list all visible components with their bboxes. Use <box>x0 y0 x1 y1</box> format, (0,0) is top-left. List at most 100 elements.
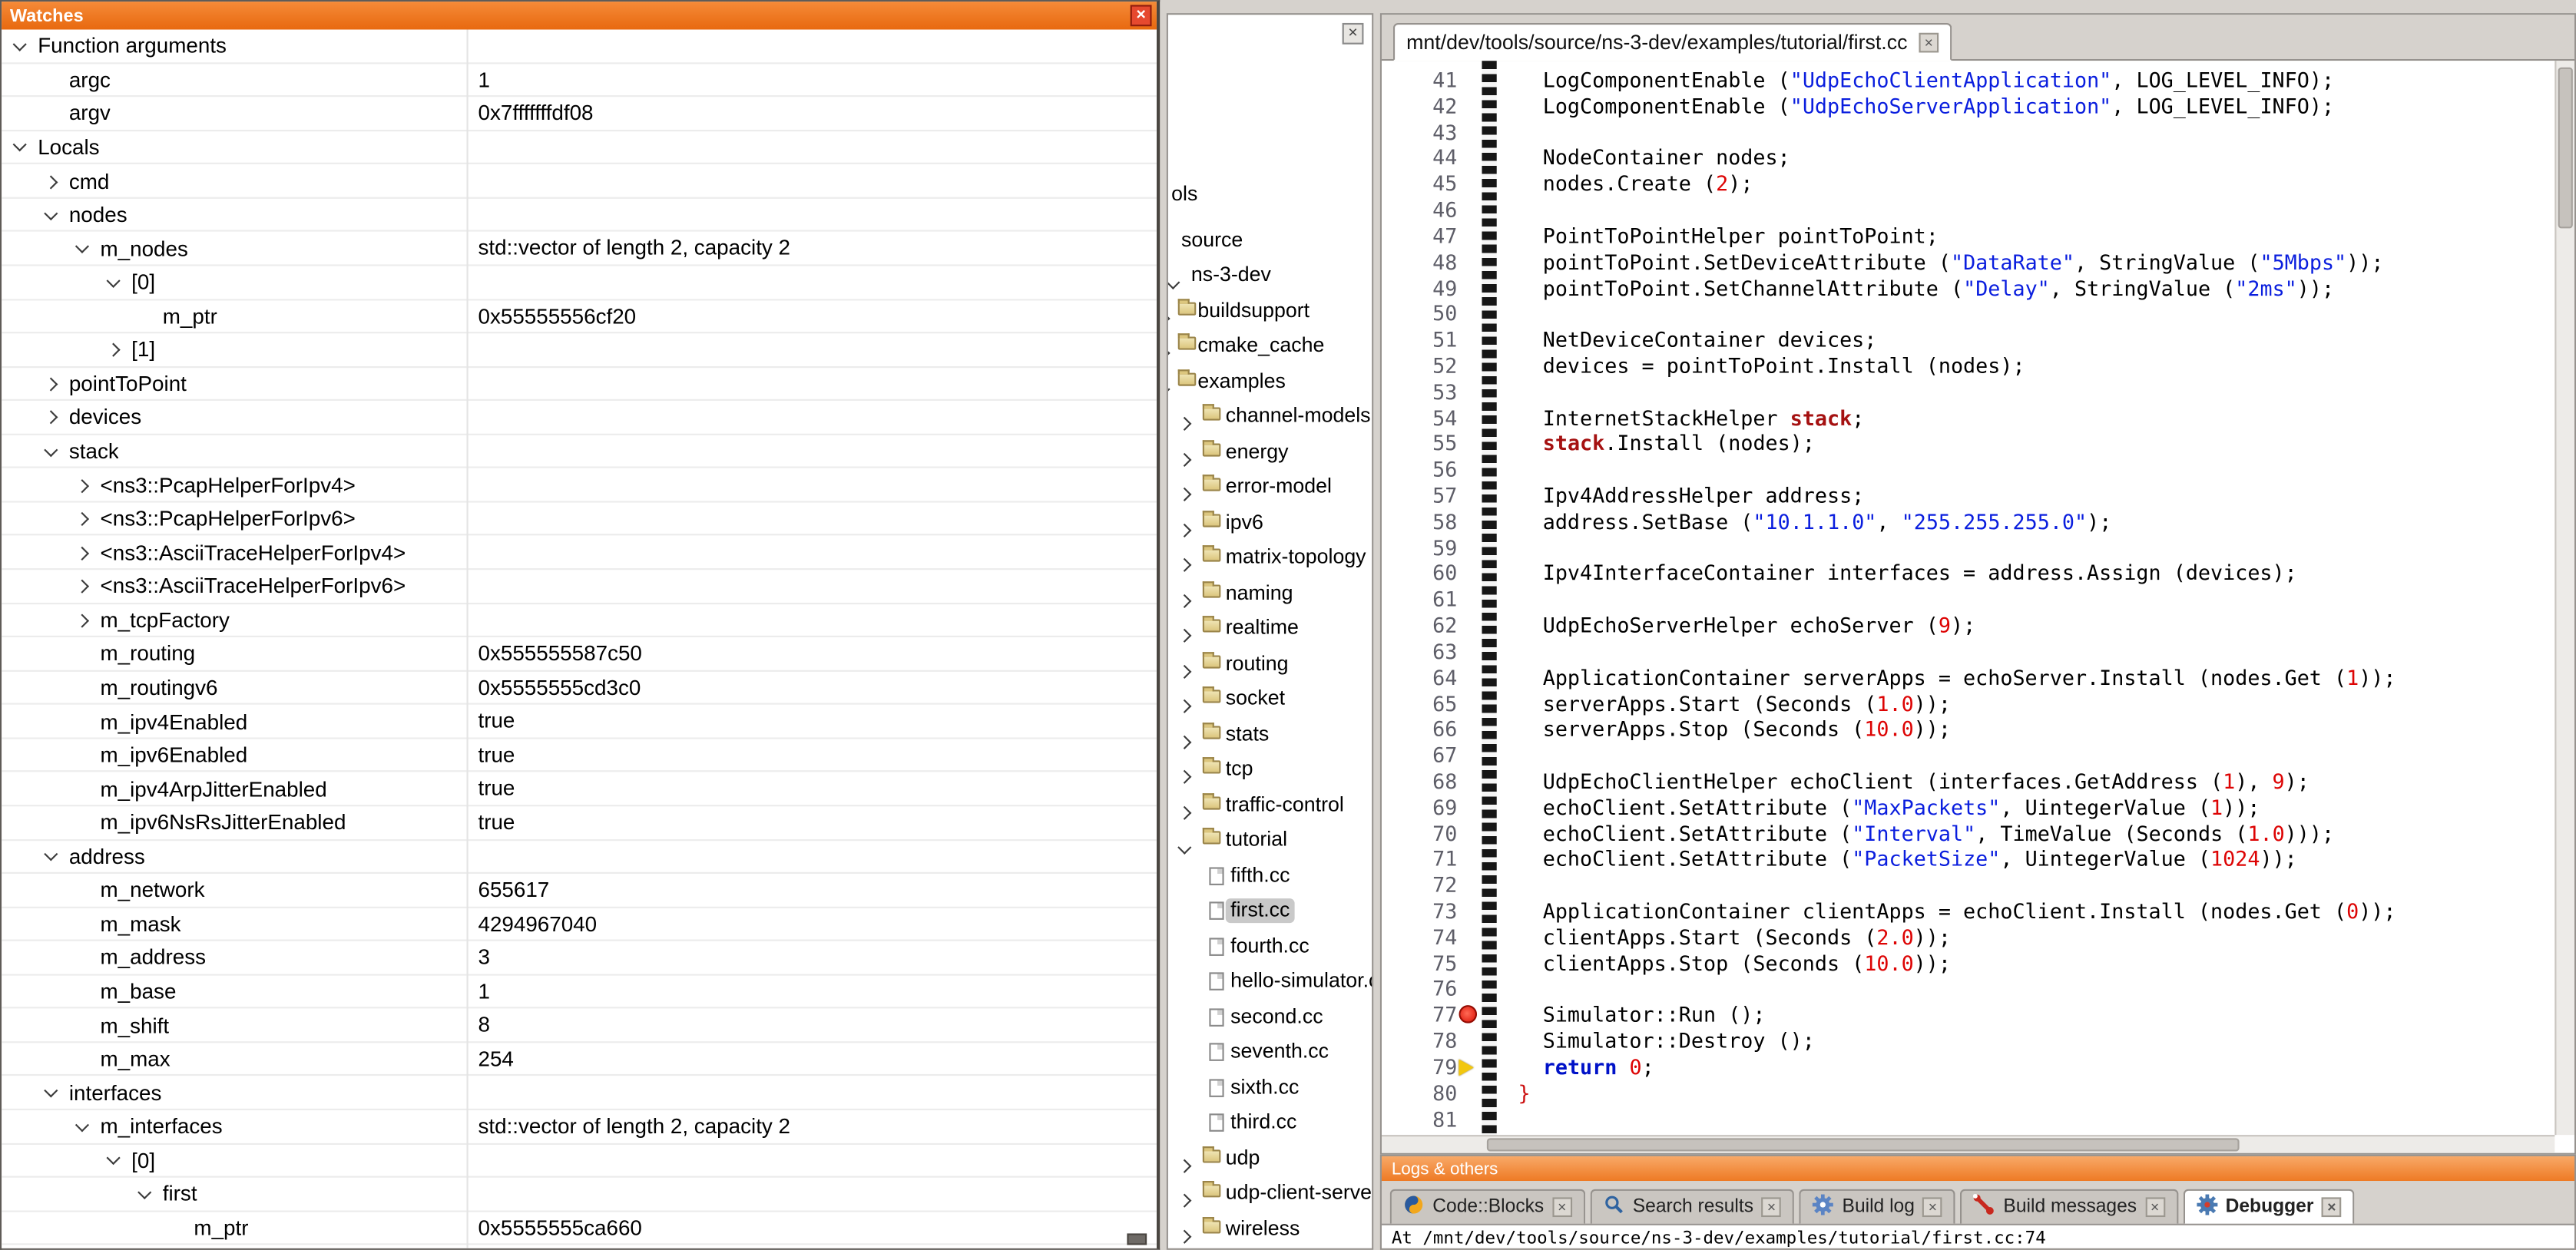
line-number[interactable]: 67 <box>1382 742 1457 769</box>
watches-titlebar[interactable]: Watches <box>2 2 1157 29</box>
code-line[interactable]: 81 <box>1382 1106 2554 1133</box>
code-line[interactable]: 43 <box>1382 119 2554 145</box>
tree-item-tcp[interactable]: tcp <box>1168 752 1372 788</box>
code-line[interactable]: 48 pointToPoint.SetDeviceAttribute ("Dat… <box>1382 249 2554 275</box>
code-line[interactable]: 52 devices = pointToPoint.Install (nodes… <box>1382 353 2554 379</box>
code-line[interactable]: 75 clientApps.Stop (Seconds (10.0)); <box>1382 951 2554 977</box>
watch-row[interactable]: nodes <box>2 198 1157 232</box>
line-number[interactable]: 41 <box>1382 68 1457 94</box>
watch-row[interactable]: Function arguments <box>2 30 1157 64</box>
tree-item-socket[interactable]: socket <box>1168 682 1372 717</box>
expand-icon[interactable] <box>75 512 89 526</box>
line-number[interactable]: 73 <box>1382 898 1457 924</box>
tree-item-stats[interactable]: stats <box>1168 717 1372 752</box>
expand-icon[interactable] <box>1177 629 1191 643</box>
code-line[interactable]: 80} <box>1382 1080 2554 1106</box>
expand-icon[interactable] <box>1167 346 1170 360</box>
collapse-icon[interactable] <box>13 37 27 51</box>
collapse-icon[interactable] <box>107 1152 121 1166</box>
editor-tab-close-icon[interactable] <box>1919 32 1939 52</box>
collapse-icon[interactable] <box>44 848 58 861</box>
tree-item-fifth-cc[interactable]: fifth.cc <box>1168 858 1372 894</box>
tree-item-fourth-cc[interactable]: fourth.cc <box>1168 929 1372 964</box>
line-number[interactable]: 64 <box>1382 665 1457 691</box>
collapse-icon[interactable] <box>1177 841 1191 855</box>
watch-row[interactable]: m_shift8 <box>2 1009 1157 1043</box>
expand-icon[interactable] <box>75 478 89 492</box>
line-number[interactable]: 72 <box>1382 872 1457 898</box>
watch-row[interactable]: m_tcpFactory <box>2 604 1157 637</box>
code-line[interactable]: 59 <box>1382 535 2554 561</box>
watch-row[interactable]: stack <box>2 435 1157 468</box>
line-number[interactable]: 59 <box>1382 535 1457 561</box>
code-line[interactable]: 74 clientApps.Start (Seconds (2.0)); <box>1382 924 2554 951</box>
code-line[interactable]: 47 PointToPointHelper pointToPoint; <box>1382 223 2554 250</box>
line-number[interactable]: 69 <box>1382 795 1457 821</box>
watch-row[interactable]: Locals <box>2 131 1157 164</box>
collapse-icon[interactable] <box>44 1084 58 1098</box>
tree-item-udp-client-server[interactable]: udp-client-server <box>1168 1176 1372 1212</box>
line-number[interactable]: 80 <box>1382 1080 1457 1106</box>
code-line[interactable]: 68 UdpEchoClientHelper echoClient (inter… <box>1382 769 2554 795</box>
code-line[interactable]: 53 <box>1382 379 2554 405</box>
line-number[interactable]: 58 <box>1382 509 1457 535</box>
code-line[interactable]: 41 LogComponentEnable ("UdpEchoClientApp… <box>1382 68 2554 94</box>
tree-item-routing[interactable]: routing <box>1168 646 1372 682</box>
code-line[interactable]: 67 <box>1382 742 2554 769</box>
code-line[interactable]: 73 ApplicationContainer clientApps = ech… <box>1382 898 2554 924</box>
logs-tab-code-blocks[interactable]: Code::Blocks <box>1390 1189 1585 1224</box>
code-line[interactable]: 79 return 0; <box>1382 1054 2554 1080</box>
collapse-icon[interactable] <box>44 442 58 456</box>
collapse-icon[interactable] <box>75 1118 89 1132</box>
tree-item-channel-models[interactable]: channel-models <box>1168 399 1372 435</box>
expand-icon[interactable] <box>1177 523 1191 537</box>
tree-item-matrix-topology[interactable]: matrix-topology <box>1168 541 1372 576</box>
line-number[interactable]: 75 <box>1382 951 1457 977</box>
watch-row[interactable]: first <box>2 1178 1157 1212</box>
watch-row[interactable]: m_nodesstd::vector of length 2, capacity… <box>2 232 1157 266</box>
expand-icon[interactable] <box>75 546 89 560</box>
line-number[interactable]: 56 <box>1382 457 1457 483</box>
watch-row[interactable]: m_ipv6Enabledtrue <box>2 739 1157 772</box>
code-line[interactable]: 49 pointToPoint.SetChannelAttribute ("De… <box>1382 275 2554 301</box>
collapse-icon[interactable] <box>1167 382 1170 395</box>
expand-icon[interactable] <box>1177 1194 1191 1208</box>
breakpoint-icon[interactable] <box>1459 1006 1478 1024</box>
watch-row[interactable]: m_mask4294967040 <box>2 908 1157 941</box>
line-number[interactable]: 57 <box>1382 483 1457 509</box>
code-line[interactable]: 42 LogComponentEnable ("UdpEchoServerApp… <box>1382 94 2554 120</box>
tree-item-examples[interactable]: examples <box>1168 364 1372 399</box>
expand-icon[interactable] <box>107 343 121 357</box>
code-line[interactable]: 65 serverApps.Start (Seconds (1.0)); <box>1382 690 2554 716</box>
tree-item-buildsupport[interactable]: buildsupport <box>1168 293 1372 329</box>
logs-tab-debugger[interactable]: Debugger <box>2183 1189 2355 1224</box>
collapse-icon[interactable] <box>75 240 89 253</box>
code-line[interactable]: 56 <box>1382 457 2554 483</box>
code-line[interactable]: 64 ApplicationContainer serverApps = ech… <box>1382 665 2554 691</box>
logs-tab-search-results[interactable]: Search results <box>1590 1189 1794 1224</box>
code-editor[interactable]: 41 LogComponentEnable ("UdpEchoClientApp… <box>1382 61 2554 1135</box>
code-line[interactable]: 69 echoClient.SetAttribute ("MaxPackets"… <box>1382 795 2554 821</box>
line-number[interactable]: 77 <box>1382 1002 1457 1028</box>
line-number[interactable]: 78 <box>1382 1028 1457 1054</box>
tree-item-naming[interactable]: naming <box>1168 576 1372 611</box>
editor-tab-first-cc[interactable]: mnt/dev/tools/source/ns-3-dev/examples/t… <box>1393 23 1952 61</box>
watch-row[interactable]: m_routing0x555555587c50 <box>2 637 1157 671</box>
line-number[interactable]: 45 <box>1382 171 1457 197</box>
expand-icon[interactable] <box>75 580 89 594</box>
watch-row[interactable]: devices <box>2 401 1157 435</box>
code-line[interactable]: 54 InternetStackHelper stack; <box>1382 405 2554 431</box>
editor-horizontal-scrollbar[interactable] <box>1382 1135 2554 1153</box>
expand-icon[interactable] <box>1177 664 1191 678</box>
watch-row[interactable]: m_routingv60x5555555cd3c0 <box>2 671 1157 705</box>
tree-item-sixth-cc[interactable]: sixth.cc <box>1168 1070 1372 1106</box>
watch-row[interactable]: m_address3 <box>2 941 1157 975</box>
watch-row[interactable]: m_ipv4ArpJitterEnabledtrue <box>2 772 1157 806</box>
tree-item-wireless[interactable]: wireless <box>1168 1212 1372 1247</box>
logs-tab-build-messages[interactable]: Build messages <box>1961 1189 2178 1224</box>
tab-close-icon[interactable] <box>1762 1197 1782 1217</box>
line-number[interactable]: 48 <box>1382 249 1457 275</box>
line-number[interactable]: 50 <box>1382 301 1457 327</box>
expand-icon[interactable] <box>1177 699 1191 713</box>
watch-row[interactable]: <ns3::AsciiTraceHelperForIpv6> <box>2 570 1157 604</box>
